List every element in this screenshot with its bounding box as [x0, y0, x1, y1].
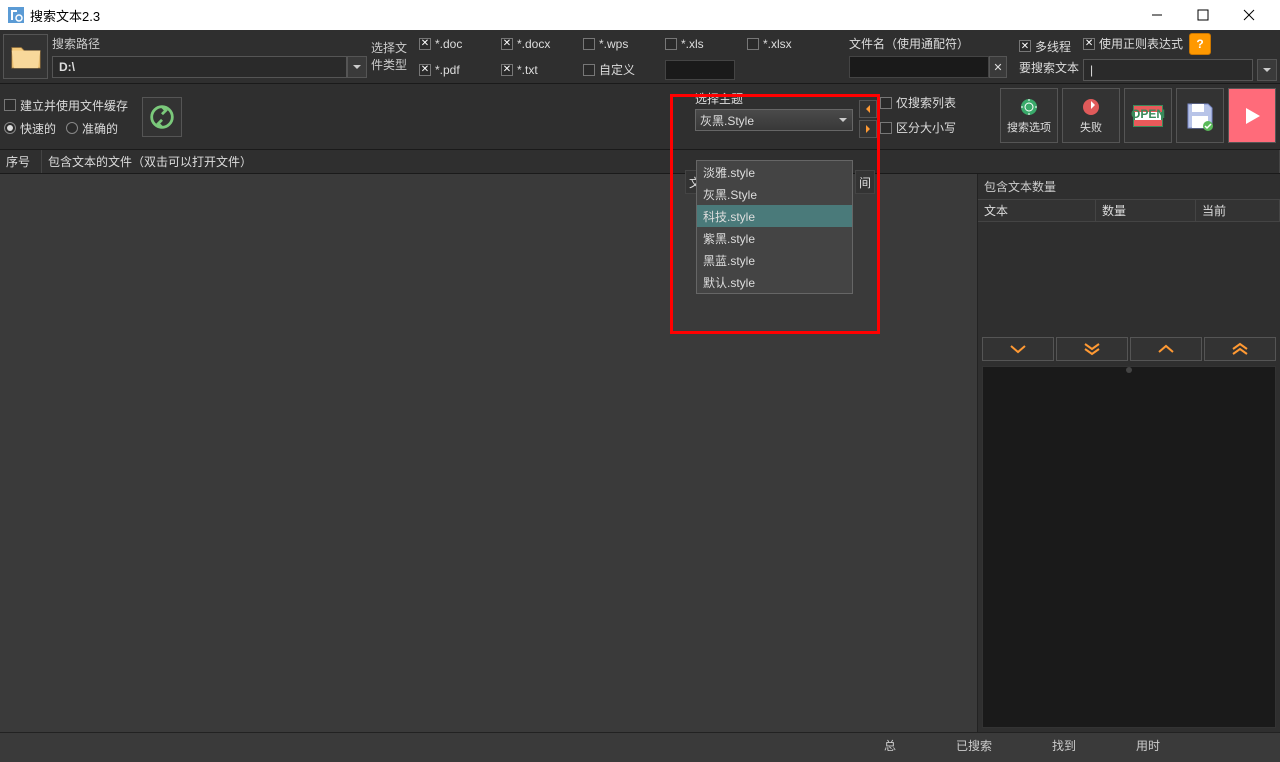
search-text-dropdown[interactable]: [1257, 59, 1277, 81]
cache-group: 建立并使用文件缓存 快速的 准确的: [4, 97, 128, 137]
minimize-button[interactable]: [1134, 0, 1180, 30]
chk-xls[interactable]: *.xls: [665, 37, 745, 51]
failed-button[interactable]: 失败: [1062, 88, 1120, 143]
filetype-label: 选择文件类型: [371, 40, 415, 74]
theme-dropdown-list[interactable]: 淡雅.style灰黑.Style科技.style紫黑.style黑蓝.style…: [696, 160, 853, 294]
chk-docx[interactable]: *.docx: [501, 37, 581, 51]
right-col-text[interactable]: 文本: [978, 200, 1096, 221]
status-total: 总: [884, 737, 896, 754]
open-button[interactable]: OPEN: [1124, 88, 1172, 143]
path-label: 搜索路径: [52, 35, 367, 52]
refresh-button[interactable]: [142, 97, 182, 137]
filename-input[interactable]: [849, 56, 989, 78]
chk-xlsx[interactable]: *.xlsx: [747, 37, 827, 51]
chk-doc[interactable]: *.doc: [419, 37, 499, 51]
folder-icon[interactable]: [3, 34, 48, 79]
right-options: 多线程 要搜索文本: [1019, 38, 1079, 76]
statusbar: 总 已搜索 找到 用时: [0, 732, 1280, 758]
right-header: 包含文本数量: [978, 174, 1280, 200]
right-col-count[interactable]: 数量: [1096, 200, 1196, 221]
theme-option[interactable]: 灰黑.Style: [697, 183, 852, 205]
filetype-grid: *.doc *.docx *.wps *.xls *.xlsx *.pdf *.…: [419, 32, 827, 82]
close-button[interactable]: [1226, 0, 1272, 30]
theme-option[interactable]: 淡雅.style: [697, 161, 852, 183]
col-seq[interactable]: 序号: [0, 150, 42, 173]
app-icon: [8, 7, 24, 23]
maximize-button[interactable]: [1180, 0, 1226, 30]
filename-group: 文件名（使用通配符） ✕: [849, 35, 1007, 78]
toolbar-row-1: 搜索路径 选择文件类型 *.doc *.docx *.wps *.xls *.x…: [0, 30, 1280, 84]
help-button[interactable]: ?: [1189, 33, 1211, 55]
nav-up-button[interactable]: [1130, 337, 1202, 361]
chk-multithread[interactable]: 多线程: [1019, 38, 1079, 55]
custom-ext-input[interactable]: [665, 60, 735, 80]
main-area: 包含文本数量 文本 数量 当前: [0, 174, 1280, 732]
right-columns: 文本 数量 当前: [978, 200, 1280, 222]
col-truncated-2[interactable]: 间: [855, 170, 875, 194]
chk-cache[interactable]: 建立并使用文件缓存: [4, 97, 128, 114]
toolbar-row-2: 建立并使用文件缓存 快速的 准确的 选择主题 灰黑.Style 仅搜索列表 区分…: [0, 84, 1280, 150]
search-text-input[interactable]: [1083, 59, 1253, 81]
titlebar: 搜索文本2.3: [0, 0, 1280, 30]
theme-option[interactable]: 黑蓝.style: [697, 249, 852, 271]
chk-pdf[interactable]: *.pdf: [419, 63, 499, 77]
chk-only-list[interactable]: 仅搜索列表: [880, 94, 956, 111]
arrow-right-button[interactable]: [859, 120, 877, 138]
nav-double-down-button[interactable]: [1056, 337, 1128, 361]
nav-arrows: [978, 334, 1280, 364]
search-options-button[interactable]: 搜索选项: [1000, 88, 1058, 143]
nav-down-button[interactable]: [982, 337, 1054, 361]
preview-area: [982, 366, 1276, 728]
theme-option[interactable]: 默认.style: [697, 271, 852, 293]
chk-txt[interactable]: *.txt: [501, 63, 581, 77]
window-title: 搜索文本2.3: [30, 6, 1134, 25]
status-searched: 已搜索: [956, 737, 992, 754]
play-button[interactable]: [1228, 88, 1276, 143]
radio-accurate[interactable]: 准确的: [66, 120, 118, 137]
arrow-buttons: [859, 100, 877, 138]
radio-fast[interactable]: 快速的: [4, 120, 56, 137]
right-body: [978, 222, 1280, 334]
path-input[interactable]: [52, 56, 347, 78]
chk-regex[interactable]: 使用正则表达式: [1083, 35, 1183, 52]
chk-wps[interactable]: *.wps: [583, 37, 663, 51]
svg-text:OPEN: OPEN: [1131, 107, 1165, 121]
search-text-label: 要搜索文本: [1019, 59, 1079, 76]
status-found: 找到: [1052, 737, 1076, 754]
save-button[interactable]: [1176, 88, 1224, 143]
right-pane: 包含文本数量 文本 数量 当前: [978, 174, 1280, 732]
col-file[interactable]: 包含文本的文件（双击可以打开文件）: [42, 150, 1280, 173]
right-col-current[interactable]: 当前: [1196, 200, 1280, 221]
theme-option[interactable]: 科技.style: [697, 205, 852, 227]
clear-filename-button[interactable]: ✕: [989, 56, 1007, 78]
status-elapsed: 用时: [1136, 737, 1160, 754]
search-opts: 仅搜索列表 区分大小写: [880, 94, 956, 136]
arrow-left-button[interactable]: [859, 100, 877, 118]
big-buttons: 搜索选项 失败 OPEN: [1000, 88, 1276, 143]
path-group: 搜索路径: [52, 35, 367, 78]
chk-case-sensitive[interactable]: 区分大小写: [880, 119, 956, 136]
nav-double-up-button[interactable]: [1204, 337, 1276, 361]
theme-label: 选择主题: [695, 90, 853, 107]
chk-custom[interactable]: 自定义: [583, 61, 663, 78]
theme-group: 选择主题 灰黑.Style: [695, 90, 853, 131]
filename-label: 文件名（使用通配符）: [849, 35, 1007, 52]
results-header: 序号 包含文本的文件（双击可以打开文件）: [0, 150, 1280, 174]
path-dropdown-button[interactable]: [347, 56, 367, 78]
theme-option[interactable]: 紫黑.style: [697, 227, 852, 249]
theme-select[interactable]: 灰黑.Style: [695, 109, 853, 131]
